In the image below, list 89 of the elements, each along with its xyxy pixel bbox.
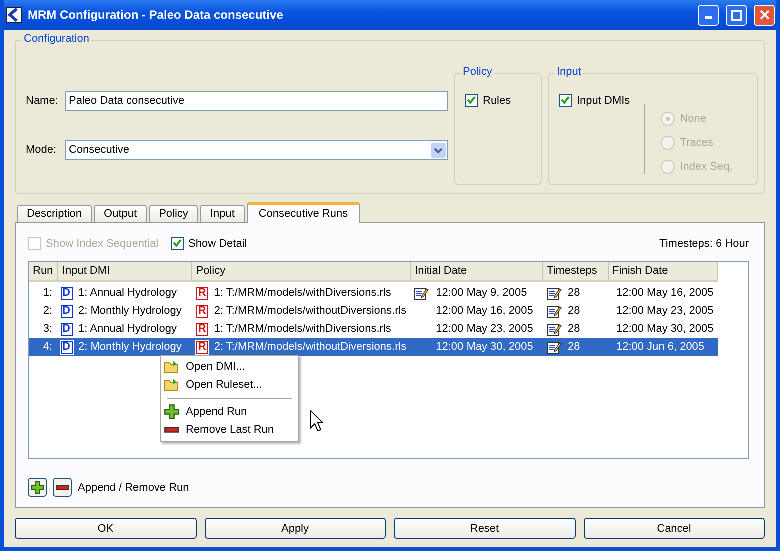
edit-icon[interactable] [546, 340, 562, 354]
column-header[interactable]: Run [29, 262, 58, 280]
append-remove-label: Append / Remove Run [78, 482, 190, 494]
table-cell: 2: T:/MRM/models/withoutDiversions.rls [214, 305, 407, 317]
rules-badge: R [196, 340, 208, 354]
tab[interactable]: Output [94, 205, 148, 223]
maximize-icon [731, 10, 742, 20]
table-cell: 4: [43, 341, 53, 353]
table-cell: 12:00 May 16, 2005 [616, 287, 714, 299]
dialog-button[interactable]: OK [15, 518, 196, 539]
table-cell: 1: T:/MRM/models/withDiversions.rls [214, 323, 392, 335]
edit-icon[interactable] [414, 286, 430, 300]
table-cell: 28 [568, 305, 580, 317]
table-cell: 2: [43, 305, 53, 317]
group-title: Policy [461, 66, 494, 78]
table-row[interactable]: 4: D 2: Monthly Hydrology R 2: T:/MRM/models/withoutDiversions.rls 12:00 May 30, 2005 28 12:00 Jun 6, 2005 [29, 338, 718, 356]
checkmark-icon [172, 239, 182, 248]
window-title: MRM Configuration - Paleo Data consecutive [28, 8, 284, 22]
name-field[interactable]: Paleo Data consecutive [65, 91, 448, 111]
menu-item[interactable]: Open Ruleset... [161, 376, 298, 394]
tab[interactable]: Policy [149, 205, 198, 223]
rules-badge: R [196, 304, 208, 318]
timesteps-label: Timesteps: 6 Hour [660, 238, 749, 250]
menu-item[interactable]: Open DMI... [161, 358, 298, 376]
tab[interactable]: Consecutive Runs [246, 202, 360, 223]
table-cell: 2: Monthly Hydrology [78, 341, 182, 353]
field-label: Name: [26, 95, 59, 107]
column-header[interactable]: Input DMI [58, 262, 192, 280]
field-label: Mode: [26, 144, 58, 156]
table-cell: 1: [43, 287, 53, 299]
minimize-button[interactable] [698, 4, 719, 26]
edit-icon[interactable] [546, 286, 562, 300]
table-cell: 28 [568, 287, 580, 299]
table-row[interactable]: 2: D 2: Monthly Hydrology R 2: T:/MRM/models/withoutDiversions.rls 12:00 May 16, 2005 28 12:00 May 23, 2005 [29, 302, 718, 320]
rules-badge: R [196, 286, 208, 300]
append-run-button[interactable] [28, 478, 47, 497]
dmi-badge: D [60, 286, 73, 300]
column-header[interactable]: Timesteps [543, 262, 609, 280]
table-cell: 2: Monthly Hydrology [78, 305, 182, 317]
dmi-badge: D [60, 322, 73, 336]
table-cell: 12:00 May 23, 2005 [616, 305, 714, 317]
column-header[interactable]: Finish Date [608, 262, 718, 280]
table-cell: 1: Annual Hydrology [78, 323, 177, 335]
folder-icon [164, 360, 180, 374]
app-icon [6, 7, 22, 23]
menu-item[interactable]: Remove Last Run [161, 421, 298, 439]
checkmark-icon [561, 96, 570, 105]
table-cell: 12:00 Jun 6, 2005 [616, 341, 705, 353]
group-title: Input [555, 66, 584, 78]
mouse-cursor-icon [310, 410, 324, 432]
rules-badge: R [196, 322, 208, 336]
dialog-button[interactable]: Apply [204, 518, 386, 539]
table-cell: 28 [568, 341, 580, 353]
option-checkbox[interactable]: Show Detail [170, 237, 248, 250]
checkmark-icon [467, 96, 476, 105]
column-header[interactable]: Policy [192, 262, 412, 280]
tab[interactable]: Description [17, 205, 92, 223]
dmi-badge: D [60, 340, 73, 354]
rules-checkbox[interactable]: Rules [465, 94, 512, 107]
remove-run-button[interactable] [53, 478, 72, 497]
dialog-button[interactable]: Reset [394, 518, 576, 539]
column-header[interactable]: Initial Date [411, 262, 544, 280]
edit-icon[interactable] [546, 322, 562, 336]
table-row[interactable]: 3: D 1: Annual Hydrology R 1: T:/MRM/models/withDiversions.rls 12:00 May 23, 2005 28 12:00 May 30, 2005 [29, 320, 718, 338]
table-cell: 2: T:/MRM/models/withoutDiversions.rls [214, 341, 407, 353]
plus-icon [164, 404, 180, 420]
date-cell-text: 12:00 May 16, 2005 [435, 305, 534, 317]
date-cell-text: 12:00 May 23, 2005 [435, 323, 534, 335]
group-title: Configuration [22, 33, 92, 45]
table-row[interactable]: 1: D 1: Annual Hydrology R 1: T:/MRM/models/withDiversions.rls 12:00 May 9, 2005 28 12:00 May 16, 2005 [29, 284, 718, 302]
maximize-button[interactable] [726, 4, 747, 26]
dialog-button[interactable]: Cancel [584, 518, 765, 539]
mode-dropdown[interactable]: Consecutive [65, 140, 448, 160]
menu-item[interactable]: Append Run [161, 403, 298, 421]
close-button[interactable] [754, 4, 775, 26]
table-cell: 28 [568, 323, 580, 335]
close-icon [760, 10, 770, 20]
edit-icon[interactable] [546, 304, 562, 318]
table-cell: 1: T:/MRM/models/withDiversions.rls [214, 287, 392, 299]
folder-icon [164, 378, 180, 392]
table-cell: 3: [43, 323, 53, 335]
date-cell: 12:00 May 9, 2005 [411, 286, 543, 300]
plus-icon [30, 480, 44, 494]
date-cell-text: 12:00 May 30, 2005 [435, 341, 534, 353]
tab[interactable]: Input [200, 205, 245, 223]
input-dmis-checkbox[interactable]: Input DMIs [559, 94, 630, 107]
dmi-badge: D [60, 304, 73, 318]
table-cell: 1: Annual Hydrology [78, 287, 177, 299]
table-cell: 12:00 May 30, 2005 [616, 323, 714, 335]
